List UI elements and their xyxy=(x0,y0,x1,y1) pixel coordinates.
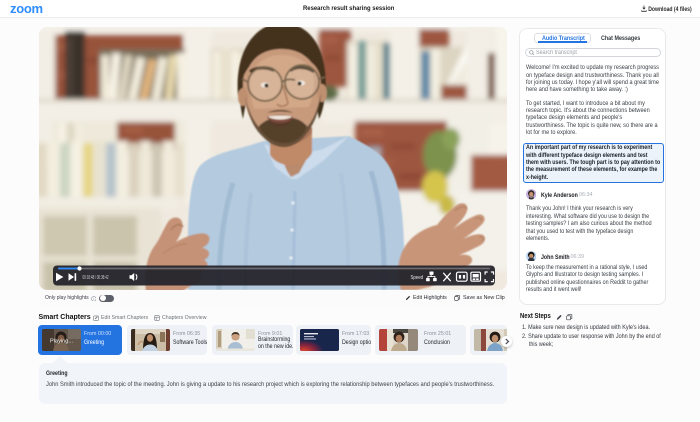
svg-text:00:18:48 / 00:38:42: 00:18:48 / 00:38:42 xyxy=(83,275,109,281)
svg-text:Playing...: Playing... xyxy=(50,339,73,345)
svg-text:i: i xyxy=(93,297,94,301)
svg-text:Speed: Speed xyxy=(411,275,424,281)
